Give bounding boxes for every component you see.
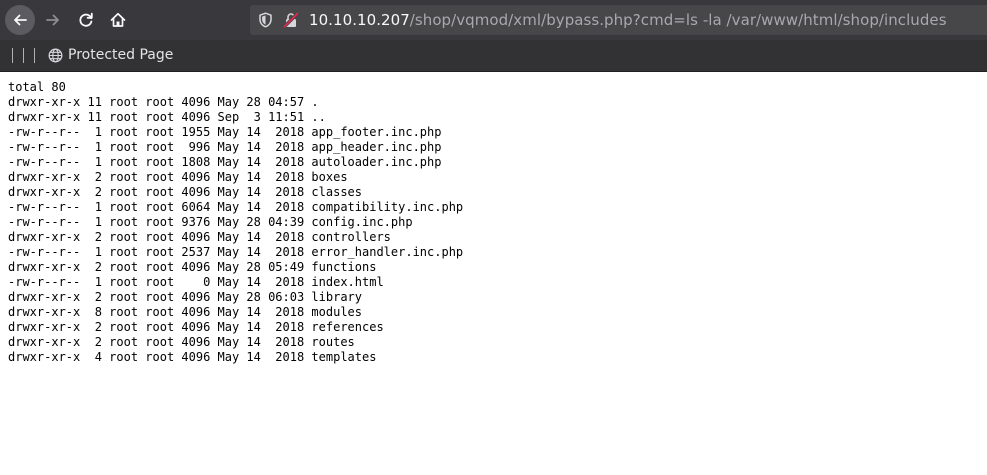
bookmark-separator [12,48,13,63]
listing-row: drwxr-xr-x 4 root root 4096 May 14 2018 … [8,350,377,364]
directory-listing: total 80 drwxr-xr-x 11 root root 4096 May… [8,80,463,365]
back-button[interactable] [5,5,35,35]
forward-icon [46,14,59,26]
bookmark-separator [23,48,24,63]
home-icon [110,12,126,27]
listing-row: drwxr-xr-x 2 root root 4096 May 14 2018 … [8,170,348,184]
listing-row: drwxr-xr-x 8 root root 4096 May 14 2018 … [8,305,363,319]
navigation-toolbar: 10.10.10.207/shop/vqmod/xml/bypass.php?c… [0,0,987,40]
listing-row: -rw-r--r-- 1 root root 1955 May 14 2018 … [8,125,442,139]
url-host: 10.10.10.207 [309,11,410,29]
reload-icon [79,12,93,27]
listing-row: -rw-r--r-- 1 root root 6064 May 14 2018 … [8,200,464,214]
listing-row: -rw-r--r-- 1 root root 0 May 14 2018 ind… [8,275,384,289]
back-icon [14,14,27,26]
listing-row: drwxr-xr-x 2 root root 4096 May 28 05:49… [8,260,377,274]
url-path: /shop/vqmod/xml/bypass.php?cmd=ls -la /v… [409,11,947,29]
page-content: total 80 drwxr-xr-x 11 root root 4096 May… [0,72,987,475]
listing-total: total 80 [8,80,66,94]
listing-row: drwxr-xr-x 2 root root 4096 May 28 06:03… [8,290,363,304]
listing-row: -rw-r--r-- 1 root root 2537 May 14 2018 … [8,245,464,259]
listing-row: -rw-r--r-- 1 root root 9376 May 28 04:39… [8,215,413,229]
bookmarks-toolbar: Protected Page [0,40,987,72]
listing-row: drwxr-xr-x 2 root root 4096 May 14 2018 … [8,230,391,244]
home-button[interactable] [103,5,133,35]
forward-button[interactable] [38,5,68,35]
url-bar[interactable]: 10.10.10.207/shop/vqmod/xml/bypass.php?c… [250,5,987,35]
insecure-connection-icon[interactable] [283,12,299,28]
globe-icon[interactable] [48,48,63,63]
bookmark-protected-page[interactable]: Protected Page [68,47,173,64]
browser-chrome: 10.10.10.207/shop/vqmod/xml/bypass.php?c… [0,0,987,72]
shield-icon[interactable] [258,12,273,28]
bookmark-separator [34,48,35,63]
listing-row: drwxr-xr-x 2 root root 4096 May 14 2018 … [8,185,363,199]
listing-row: drwxr-xr-x 11 root root 4096 Sep 3 11:51… [8,110,326,124]
listing-row: -rw-r--r-- 1 root root 1808 May 14 2018 … [8,155,442,169]
url-text[interactable]: 10.10.10.207/shop/vqmod/xml/bypass.php?c… [309,11,947,29]
listing-row: -rw-r--r-- 1 root root 996 May 14 2018 a… [8,140,442,154]
listing-row: drwxr-xr-x 11 root root 4096 May 28 04:5… [8,95,319,109]
reload-button[interactable] [71,5,101,35]
listing-row: drwxr-xr-x 2 root root 4096 May 14 2018 … [8,320,384,334]
listing-row: drwxr-xr-x 2 root root 4096 May 14 2018 … [8,335,355,349]
